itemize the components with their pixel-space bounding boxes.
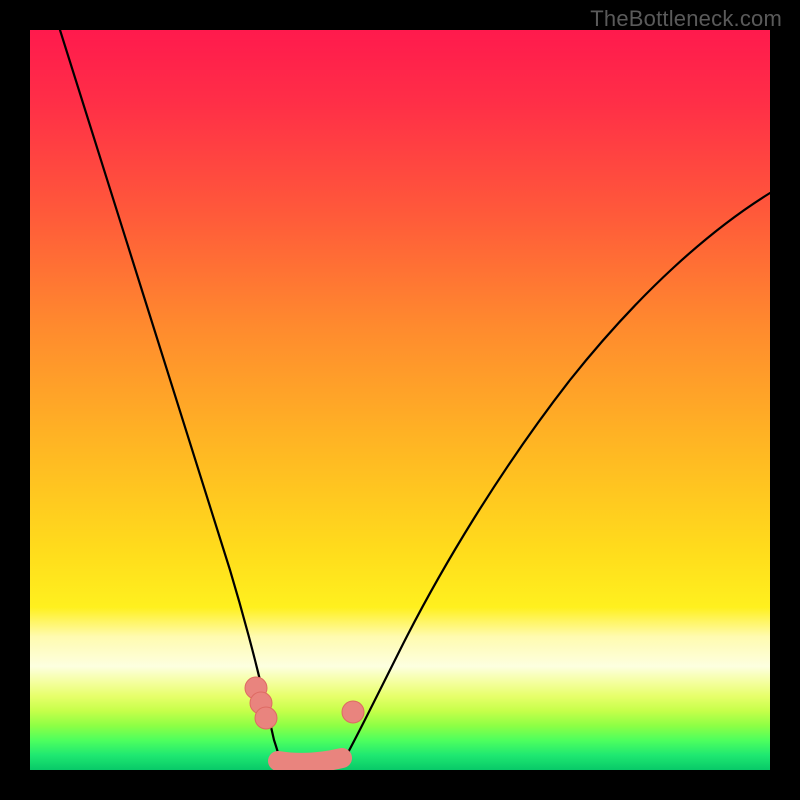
curve-left xyxy=(60,30,282,765)
watermark-text: TheBottleneck.com xyxy=(590,6,782,32)
curve-layer xyxy=(30,30,770,770)
marker-dot-right xyxy=(342,701,364,723)
chart-stage: TheBottleneck.com xyxy=(0,0,800,800)
marker-dot-left-3 xyxy=(255,707,277,729)
marker-floor-segment xyxy=(278,758,342,763)
curve-right xyxy=(340,193,770,767)
plot-area xyxy=(30,30,770,770)
